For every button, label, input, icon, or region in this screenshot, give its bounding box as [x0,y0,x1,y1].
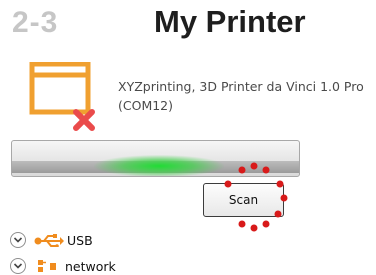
connection-network-label: network [65,258,116,274]
printer-disconnected-icon [12,61,102,134]
printer-port: (COM12) [118,98,174,113]
scan-button[interactable]: Scan [203,183,284,217]
progress-indicator [94,155,224,176]
printer-info[interactable]: XYZprinting, 3D Printer da Vinci 1.0 Pro… [118,77,364,115]
connection-network[interactable]: network [10,256,116,275]
step-number: 2-3 [12,6,59,39]
chevron-down-icon[interactable] [10,232,26,248]
page-title: My Printer [154,4,306,39]
network-icon [34,259,62,273]
scan-progress-bar [11,140,300,177]
usb-icon [34,233,64,247]
connection-usb[interactable]: USB [10,230,93,250]
connection-usb-label: USB [67,232,93,248]
printer-name: XYZprinting, 3D Printer da Vinci 1.0 Pro [118,79,364,94]
chevron-down-icon[interactable] [10,258,26,274]
